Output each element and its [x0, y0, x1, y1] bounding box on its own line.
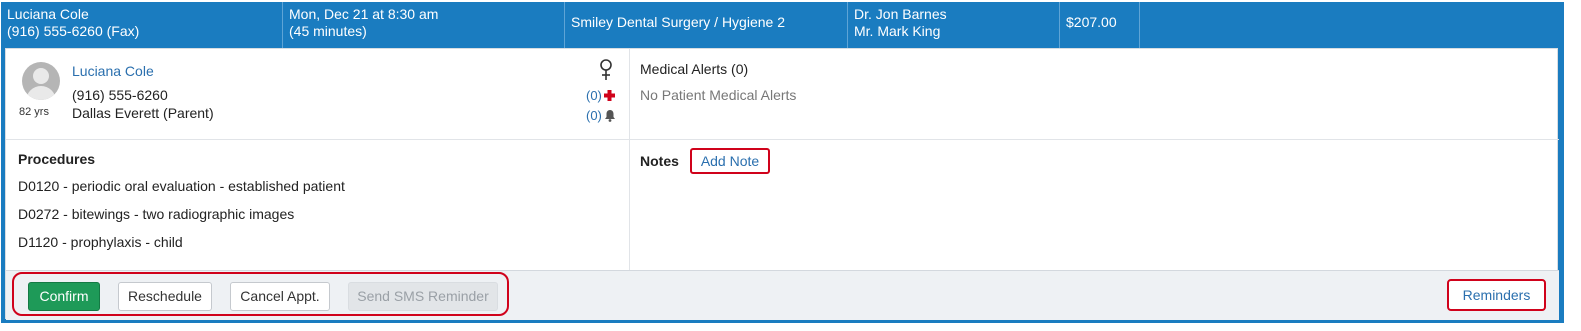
header-date: Mon, Dec 21 at 8:30 am [289, 6, 439, 22]
medical-alerts-empty: No Patient Medical Alerts [640, 87, 797, 103]
alert-flag-count: (0) [586, 108, 602, 123]
appointment-header: Luciana Cole (916) 555-6260 (Fax) Mon, D… [1, 2, 1564, 48]
appointment-card: Luciana Cole (916) 555-6260 (Fax) Mon, D… [1, 2, 1564, 323]
header-providers-cell: Dr. Jon Barnes Mr. Mark King [848, 2, 1060, 48]
reminders-button[interactable]: Reminders [1447, 279, 1546, 311]
cancel-appointment-button[interactable]: Cancel Appt. [230, 282, 330, 311]
header-patient-cell: Luciana Cole (916) 555-6260 (Fax) [1, 2, 283, 48]
reschedule-button[interactable]: Reschedule [118, 282, 212, 311]
header-amount: $207.00 [1066, 14, 1117, 30]
add-note-link[interactable]: Add Note [690, 148, 770, 174]
patient-name-link[interactable]: Luciana Cole [72, 63, 154, 79]
header-empty-cell [1140, 2, 1564, 48]
procedure-item: D0120 - periodic oral evaluation - estab… [18, 178, 345, 194]
female-icon [600, 59, 612, 80]
header-location: Smiley Dental Surgery / Hygiene 2 [571, 14, 785, 30]
medical-alerts-title: Medical Alerts (0) [640, 61, 749, 77]
action-bar: Confirm Reschedule Cancel Appt. Send SMS… [6, 270, 1559, 320]
appointment-details-panel: 82 yrs Luciana Cole (916) 555-6260 Dalla… [5, 48, 1559, 320]
procedures-title: Procedures [18, 151, 96, 167]
header-provider-2: Mr. Mark King [854, 23, 941, 39]
header-patient-fax: (916) 555-6260 (Fax) [7, 23, 140, 39]
procedure-item: D0272 - bitewings - two radiographic ima… [18, 206, 295, 222]
medical-flag-count: (0) [586, 88, 602, 103]
header-provider-1: Dr. Jon Barnes [854, 6, 947, 22]
header-amount-cell: $207.00 [1060, 2, 1140, 48]
medical-flag[interactable]: (0) [586, 88, 615, 103]
notes-section: Notes Add Note [630, 140, 1559, 270]
medical-cross-icon [603, 90, 615, 101]
bell-icon [604, 110, 615, 122]
header-location-cell: Smiley Dental Surgery / Hygiene 2 [565, 2, 848, 48]
header-patient-name: Luciana Cole [7, 6, 89, 22]
patient-phone: (916) 555-6260 [72, 87, 168, 103]
patient-guardian: Dallas Everett (Parent) [72, 105, 214, 121]
procedures-section: Procedures D0120 - periodic oral evaluat… [6, 140, 630, 270]
header-duration: (45 minutes) [289, 23, 367, 39]
send-sms-reminder-button[interactable]: Send SMS Reminder [348, 282, 498, 311]
alert-flag[interactable]: (0) [586, 108, 616, 123]
medical-alerts-section: Medical Alerts (0) No Patient Medical Al… [630, 49, 1559, 140]
avatar [22, 62, 60, 100]
confirm-button[interactable]: Confirm [28, 282, 100, 311]
notes-title: Notes [640, 153, 679, 169]
procedure-item: D1120 - prophylaxis - child [18, 234, 183, 250]
header-date-cell: Mon, Dec 21 at 8:30 am (45 minutes) [283, 2, 565, 48]
patient-info-section: 82 yrs Luciana Cole (916) 555-6260 Dalla… [6, 49, 630, 140]
patient-age: 82 yrs [19, 106, 49, 118]
